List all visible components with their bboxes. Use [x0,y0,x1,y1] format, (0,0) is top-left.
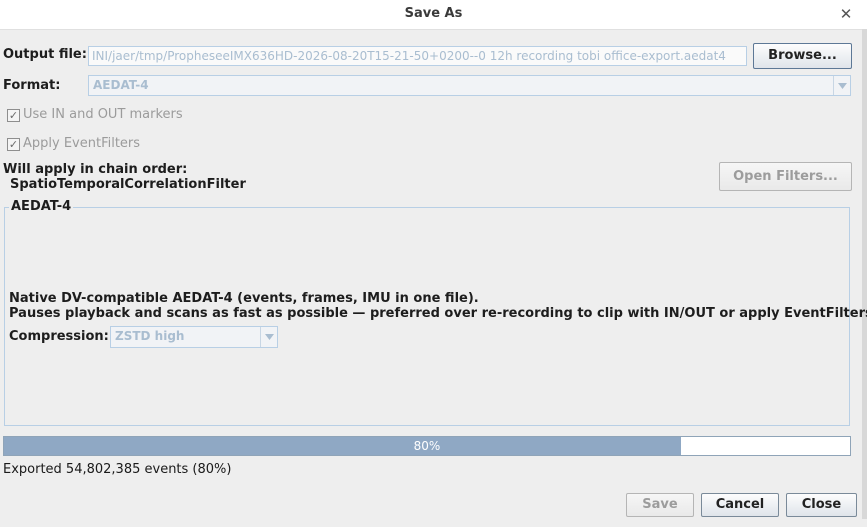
output-file-field[interactable]: INI/jaer/tmp/PropheseeIMX636HD-2026-08-2… [88,46,747,66]
close-icon[interactable]: ✕ [836,4,856,24]
apply-filters-checkbox[interactable]: ✓ [7,138,20,151]
chevron-down-icon [260,327,277,347]
progress-percent-text: 80% [413,439,441,453]
compression-select[interactable]: ZSTD high [110,326,278,348]
window-title: Save As [404,6,463,21]
export-progress-bar: 80% [3,436,851,456]
cancel-button[interactable]: Cancel [701,493,779,517]
format-options-title: AEDAT-4 [9,199,74,214]
apply-filters-label: Apply EventFilters [23,136,141,151]
output-file-label: Output file: [3,47,87,62]
compression-label: Compression: [9,329,109,344]
format-select[interactable]: AEDAT-4 [88,75,851,96]
chain-filters-list: SpatioTemporalCorrelationFilter [10,177,246,192]
window-edge [862,29,867,519]
format-description-line1: Native DV-compatible AEDAT-4 (events, fr… [9,291,479,306]
format-description-line2: Pauses playback and scans as fast as pos… [9,306,867,321]
chevron-down-icon [833,76,850,95]
browse-button[interactable]: Browse... [753,43,852,69]
save-button[interactable]: Save [626,493,694,517]
chain-order-heading: Will apply in chain order: [3,162,188,177]
format-label: Format: [3,78,61,93]
use-markers-checkbox[interactable]: ✓ [7,109,20,122]
use-markers-label: Use IN and OUT markers [23,107,183,122]
format-selected-value: AEDAT-4 [93,78,149,92]
open-filters-button[interactable]: Open Filters... [719,162,852,191]
compression-selected-value: ZSTD high [115,329,185,343]
close-button[interactable]: Close [786,493,857,517]
background-window-strip [0,519,867,527]
export-status-text: Exported 54,802,385 events (80%) [3,462,232,477]
